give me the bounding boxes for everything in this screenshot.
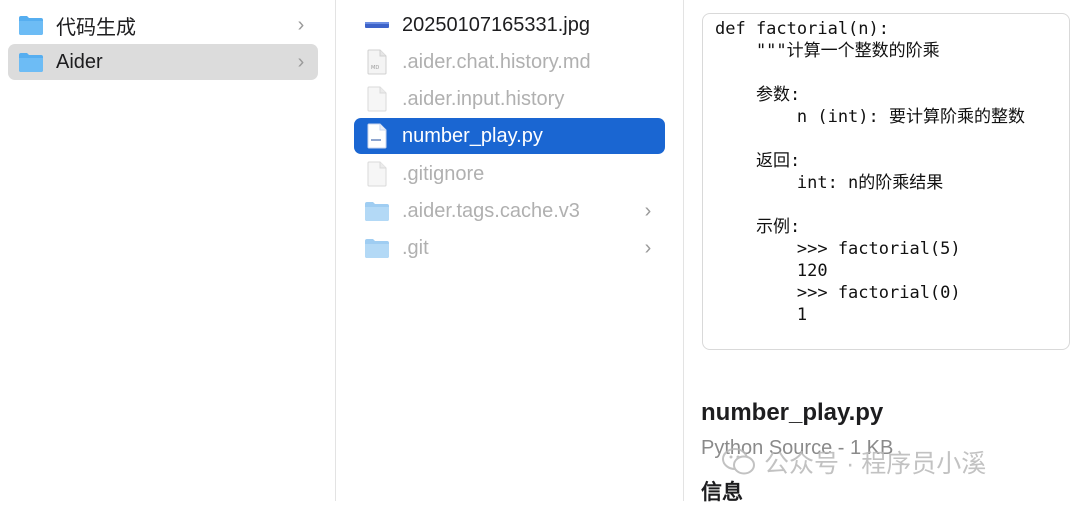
file-item-jpg[interactable]: 20250107165331.jpg xyxy=(354,7,665,43)
file-item-number-play[interactable]: number_play.py xyxy=(354,118,665,154)
svg-text:MD: MD xyxy=(371,65,379,71)
file-item-label: .gitignore xyxy=(402,162,485,185)
file-icon xyxy=(364,161,390,187)
file-list-column: 20250107165331.jpg MD .aider.chat.histor… xyxy=(336,0,684,501)
file-item-label: .aider.input.history xyxy=(402,87,565,110)
file-item-label: 20250107165331.jpg xyxy=(402,13,590,36)
file-item-label: .aider.tags.cache.v3 xyxy=(402,199,580,222)
sidebar-item-label: 代码生成 xyxy=(56,16,136,39)
folder-icon xyxy=(18,12,44,38)
file-icon xyxy=(364,86,390,112)
image-file-icon xyxy=(364,12,390,38)
file-item-label: .aider.chat.history.md xyxy=(402,50,591,73)
file-item-label: number_play.py xyxy=(402,124,543,147)
file-item-label: .git xyxy=(402,236,429,259)
chevron-right-icon: › xyxy=(297,50,305,73)
file-item-input-history[interactable]: .aider.input.history xyxy=(354,81,665,117)
file-name: number_play.py xyxy=(701,399,884,426)
folder-icon xyxy=(364,198,390,224)
preview-column: def factorial(n): """计算一个整数的阶乘 参数: n (in… xyxy=(684,0,1080,504)
file-item-gitignore[interactable]: .gitignore xyxy=(354,156,665,192)
folder-icon xyxy=(18,49,44,75)
chevron-right-icon: › xyxy=(644,199,652,222)
sidebar-item-label: Aider xyxy=(56,50,103,73)
folder-icon xyxy=(364,235,390,261)
file-item-git[interactable]: .git › xyxy=(354,230,665,266)
markdown-file-icon: MD xyxy=(364,49,390,75)
wechat-icon xyxy=(722,448,755,475)
chevron-right-icon: › xyxy=(297,13,305,36)
code-preview[interactable]: def factorial(n): """计算一个整数的阶乘 参数: n (in… xyxy=(702,13,1070,350)
watermark-text: 公众号 · 程序员小溪 xyxy=(764,450,987,478)
sidebar-item-daimashengcheng[interactable]: 代码生成 › xyxy=(8,7,318,43)
info-heading: 信息 xyxy=(701,481,743,504)
file-item-chat-history[interactable]: MD .aider.chat.history.md xyxy=(354,44,665,80)
sidebar-column: 代码生成 › Aider › xyxy=(0,0,336,501)
chevron-right-icon: › xyxy=(644,236,652,259)
watermark: 公众号 · 程序员小溪 xyxy=(722,444,986,480)
file-item-tags-cache[interactable]: .aider.tags.cache.v3 › xyxy=(354,193,665,229)
code-preview-text: def factorial(n): """计算一个整数的阶乘 参数: n (in… xyxy=(715,19,1025,325)
python-file-icon xyxy=(364,123,390,149)
sidebar-item-aider[interactable]: Aider › xyxy=(8,44,318,80)
